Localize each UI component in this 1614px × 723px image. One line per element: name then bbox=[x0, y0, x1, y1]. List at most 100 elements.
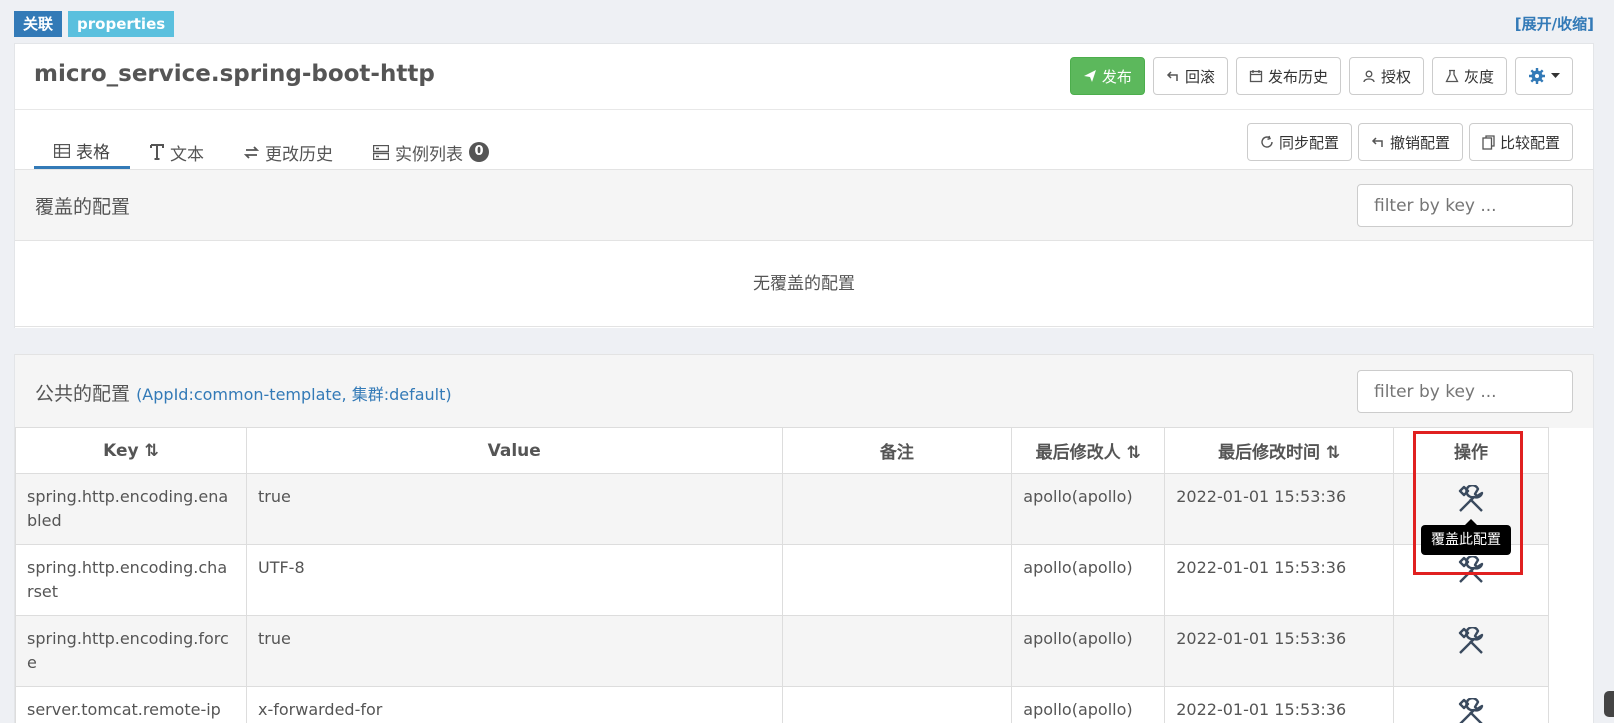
send-icon bbox=[1083, 70, 1096, 82]
config-value: true bbox=[245, 473, 783, 545]
expand-collapse-link[interactable]: [展开/收缩] bbox=[1515, 13, 1594, 34]
modified-time-header-label: 最后修改时间 bbox=[1218, 443, 1321, 463]
link-badge: 关联 bbox=[14, 11, 63, 37]
operation-cell bbox=[1393, 615, 1549, 687]
table-row: spring.http.encoding.ena bled true apoll… bbox=[15, 473, 1549, 545]
refresh-icon bbox=[1261, 135, 1273, 148]
flask-icon bbox=[1445, 69, 1459, 83]
config-modified-time: 2022-01-01 15:53:36 bbox=[1164, 686, 1395, 723]
config-comment bbox=[781, 615, 1013, 687]
tab-text-label: 文本 bbox=[170, 144, 204, 165]
settings-dropdown-button[interactable] bbox=[1515, 57, 1573, 95]
public-section-subtitle: (AppId:common-template, 集群:default) bbox=[136, 385, 452, 404]
section-gap bbox=[14, 328, 1596, 354]
copy-icon bbox=[1482, 134, 1495, 150]
config-comment bbox=[781, 686, 1013, 723]
namespace-panel: micro_service.spring-boot-http 发布 回滚 发布历… bbox=[14, 43, 1596, 723]
grant-button[interactable]: 授权 bbox=[1348, 57, 1424, 95]
tab-change-history[interactable]: 更改历史 bbox=[224, 135, 353, 169]
tab-text[interactable]: 文本 bbox=[130, 135, 224, 169]
table-icon bbox=[54, 143, 70, 158]
tab-bar: 表格 文本 更改历史 实例列表 0 同步配置 撤销配置 比较配置 bbox=[15, 111, 1593, 169]
tab-instance-list-label: 实例列表 bbox=[395, 144, 463, 165]
config-comment bbox=[781, 544, 1013, 616]
config-modifier: apollo(apollo) bbox=[1011, 473, 1166, 545]
tab-change-history-label: 更改历史 bbox=[265, 144, 333, 165]
instance-count-badge: 0 bbox=[469, 142, 489, 162]
modifier-column-header[interactable]: 最后修改人 ⇅ bbox=[1011, 427, 1166, 474]
undo-icon bbox=[1371, 137, 1383, 147]
publish-label: 发布 bbox=[1101, 67, 1132, 86]
sort-icon: ⇅ bbox=[1325, 443, 1341, 463]
key-column-header[interactable]: Key ⇅ bbox=[15, 427, 247, 474]
grant-label: 授权 bbox=[1380, 67, 1411, 86]
public-section-title: 公共的配置 bbox=[35, 383, 131, 405]
modifier-header-label: 最后修改人 bbox=[1035, 443, 1121, 463]
sync-config-button[interactable]: 同步配置 bbox=[1246, 123, 1352, 161]
public-section-header: 公共的配置 (AppId:common-template, 集群:default… bbox=[15, 354, 1593, 428]
panel-header: micro_service.spring-boot-http 发布 回滚 发布历… bbox=[15, 44, 1593, 110]
public-filter-input[interactable] bbox=[1357, 370, 1573, 413]
value-column-header: Value bbox=[245, 427, 783, 474]
config-modifier: apollo(apollo) bbox=[1011, 544, 1166, 616]
config-modified-time: 2022-01-01 15:53:36 bbox=[1164, 473, 1395, 545]
revoke-config-button[interactable]: 撤销配置 bbox=[1357, 123, 1463, 161]
config-comment bbox=[781, 473, 1013, 545]
format-badge: properties bbox=[68, 11, 175, 37]
server-icon bbox=[373, 144, 389, 160]
namespace-actions: 发布 回滚 发布历史 授权 灰度 bbox=[1069, 57, 1573, 95]
override-filter-input[interactable] bbox=[1357, 184, 1573, 227]
override-tools-icon[interactable] bbox=[1456, 697, 1486, 723]
publish-history-label: 发布历史 bbox=[1267, 67, 1328, 86]
override-tooltip: 覆盖此配置 bbox=[1421, 519, 1511, 555]
tab-table[interactable]: 表格 bbox=[34, 135, 130, 169]
compare-config-button[interactable]: 比较配置 bbox=[1468, 123, 1573, 161]
config-value: true bbox=[245, 615, 783, 687]
config-modifier: apollo(apollo) bbox=[1011, 615, 1166, 687]
gray-release-label: 灰度 bbox=[1463, 67, 1494, 86]
override-empty-text: 无覆盖的配置 bbox=[15, 240, 1593, 327]
config-key: spring.http.encoding.forc e bbox=[15, 615, 247, 687]
user-icon bbox=[1363, 70, 1375, 83]
config-key: server.tomcat.remote-ip bbox=[15, 686, 247, 723]
caret-down-icon bbox=[1551, 73, 1560, 78]
history-icon bbox=[244, 145, 259, 159]
undo-icon bbox=[1166, 71, 1178, 81]
namespace-badges: 关联 properties bbox=[14, 11, 175, 37]
text-icon bbox=[150, 144, 164, 160]
operation-cell bbox=[1393, 686, 1549, 723]
public-section-title-wrap: 公共的配置 (AppId:common-template, 集群:default… bbox=[35, 379, 452, 406]
revoke-config-label: 撤销配置 bbox=[1389, 133, 1450, 152]
modified-time-column-header[interactable]: 最后修改时间 ⇅ bbox=[1164, 427, 1395, 474]
config-modified-time: 2022-01-01 15:53:36 bbox=[1164, 615, 1395, 687]
config-key: spring.http.encoding.ena bled bbox=[15, 473, 247, 545]
tab-table-label: 表格 bbox=[76, 143, 110, 163]
table-row: spring.http.encoding.cha rset UTF-8 apol… bbox=[15, 544, 1549, 616]
override-section-title: 覆盖的配置 bbox=[35, 196, 131, 218]
gear-icon bbox=[1529, 68, 1545, 84]
tab-instance-list[interactable]: 实例列表 0 bbox=[353, 135, 509, 169]
scrollbar-thumb[interactable] bbox=[1604, 691, 1614, 717]
publish-history-button[interactable]: 发布历史 bbox=[1235, 57, 1341, 95]
config-key: spring.http.encoding.cha rset bbox=[15, 544, 247, 616]
sort-icon: ⇅ bbox=[144, 440, 159, 461]
publish-button[interactable]: 发布 bbox=[1069, 57, 1145, 95]
config-value: x-forwarded-for bbox=[245, 686, 783, 723]
sync-config-label: 同步配置 bbox=[1278, 133, 1339, 152]
calendar-icon bbox=[1249, 70, 1263, 83]
config-modified-time: 2022-01-01 15:53:36 bbox=[1164, 544, 1395, 616]
sort-icon: ⇅ bbox=[1126, 443, 1141, 463]
config-value: UTF-8 bbox=[245, 544, 783, 616]
key-header-label: Key bbox=[103, 440, 139, 461]
compare-config-label: 比较配置 bbox=[1499, 133, 1560, 152]
config-modifier: apollo(apollo) bbox=[1011, 686, 1166, 723]
rollback-button[interactable]: 回滚 bbox=[1152, 57, 1228, 95]
override-tools-icon[interactable] bbox=[1456, 626, 1486, 657]
namespace-title: micro_service.spring-boot-http bbox=[34, 61, 435, 87]
rollback-label: 回滚 bbox=[1184, 67, 1215, 86]
table-row: spring.http.encoding.forc e true apollo(… bbox=[15, 615, 1549, 687]
comment-column-header: 备注 bbox=[781, 427, 1013, 474]
public-config-table: Key ⇅ Value 备注 最后修改人 ⇅ 最后修改时间 ⇅ 操作 sprin… bbox=[15, 427, 1549, 723]
table-row: server.tomcat.remote-ip x-forwarded-for … bbox=[15, 686, 1549, 723]
gray-release-button[interactable]: 灰度 bbox=[1431, 57, 1507, 95]
